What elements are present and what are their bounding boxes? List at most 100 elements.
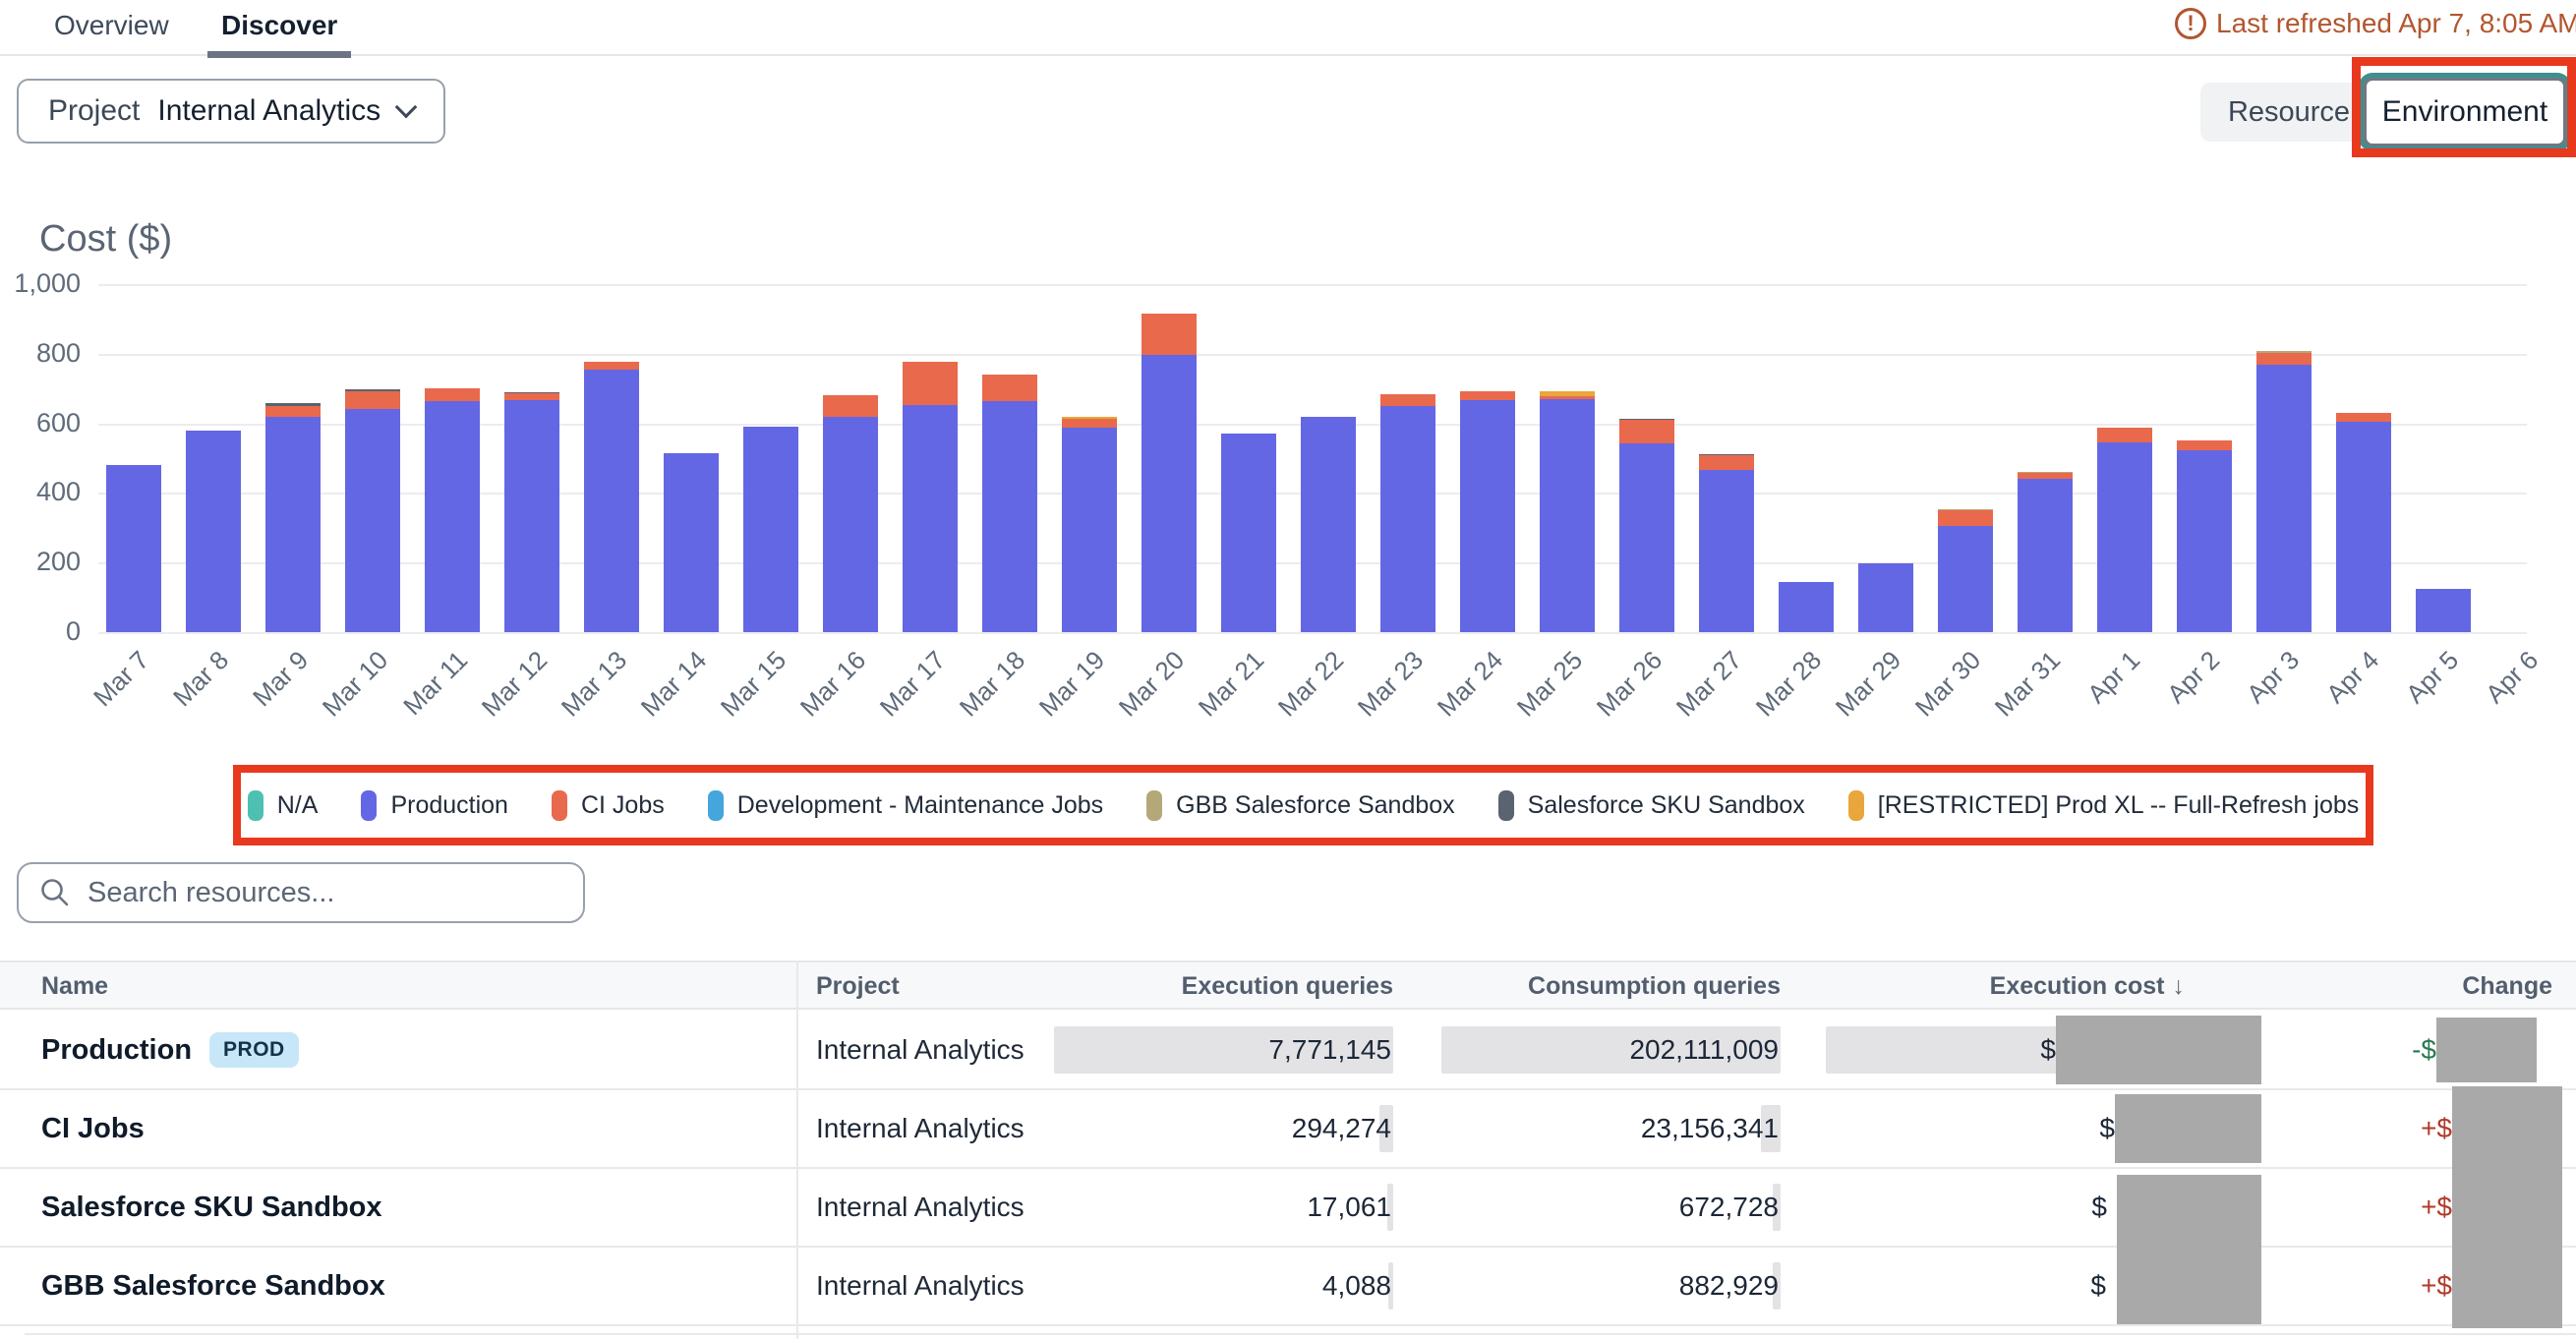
legend-item[interactable]: N/A (248, 790, 319, 821)
legend-item[interactable]: Production (361, 790, 508, 821)
table-row[interactable]: ProductionPRODInternal Analytics7,771,14… (0, 1012, 2576, 1090)
bar-segment[interactable] (1142, 355, 1197, 632)
bar-segment[interactable] (1460, 400, 1515, 632)
legend-label: CI Jobs (581, 791, 665, 820)
bar-segment[interactable] (982, 401, 1037, 632)
bar-segment[interactable] (106, 465, 161, 632)
consumption-queries-value-wrap: 672,728 (1426, 1169, 1781, 1246)
bar-segment[interactable] (1540, 396, 1595, 399)
bar-segment[interactable] (1142, 314, 1197, 355)
column-header-execution-queries[interactable]: Execution queries (1042, 962, 1393, 1012)
bar-segment[interactable] (1619, 443, 1674, 632)
bar-segment[interactable] (1699, 455, 1754, 470)
consumption-queries-value: 882,929 (1679, 1270, 1779, 1302)
bar-segment[interactable] (903, 362, 958, 405)
change-redaction-box (2436, 1018, 2537, 1082)
resource-name[interactable]: Production (41, 1034, 192, 1067)
legend-swatch (552, 790, 567, 821)
project-cell: Internal Analytics (816, 1169, 1032, 1246)
legend-item[interactable]: Salesforce SKU Sandbox (1498, 790, 1805, 821)
bar-segment[interactable] (1699, 470, 1754, 632)
bar-segment[interactable] (425, 401, 480, 632)
bar-segment[interactable] (1779, 582, 1834, 632)
table-row[interactable]: Salesforce SKU Sandbox Internal Analytics… (0, 1169, 2576, 1248)
search-box[interactable] (17, 862, 585, 923)
table-row[interactable]: CI JobsInternal Analytics294,27423,156,3… (0, 1090, 2576, 1169)
bar-segment[interactable] (345, 391, 400, 409)
bar-segment[interactable] (2336, 422, 2391, 632)
legend-item[interactable]: Development - Maintenance Jobs (708, 790, 1103, 821)
group-by-resource-button[interactable]: Resource (2200, 83, 2377, 142)
column-header-change[interactable]: Change (2271, 962, 2552, 1012)
tab-discover[interactable]: Discover (221, 10, 337, 41)
bar-segment[interactable] (1938, 509, 1993, 511)
resource-name[interactable]: CI Jobs (41, 1113, 145, 1145)
bar-segment[interactable] (504, 400, 559, 632)
column-header-project[interactable]: Project (816, 962, 1032, 1012)
bar-segment[interactable] (2097, 428, 2152, 442)
bar-segment[interactable] (2018, 479, 2073, 632)
bar-segment[interactable] (1062, 417, 1117, 419)
bar-segment[interactable] (504, 392, 559, 393)
bar-segment[interactable] (1380, 406, 1435, 632)
bar-segment[interactable] (1619, 420, 1674, 443)
bar-segment[interactable] (1062, 419, 1117, 428)
bar-segment[interactable] (584, 370, 639, 632)
bar-segment[interactable] (1301, 417, 1356, 632)
bar-segment[interactable] (743, 427, 798, 632)
bar-segment[interactable] (2256, 365, 2312, 632)
bar-segment[interactable] (265, 417, 321, 632)
change-cell: +$ (2271, 1090, 2552, 1167)
resource-name[interactable]: GBB Salesforce Sandbox (41, 1270, 385, 1303)
bar-segment[interactable] (2256, 351, 2312, 353)
bar-segment[interactable] (2256, 353, 2312, 365)
bar-segment[interactable] (823, 417, 878, 632)
column-header-consumption-queries[interactable]: Consumption queries (1426, 962, 1781, 1012)
bar-segment[interactable] (1540, 391, 1595, 396)
bar-segment[interactable] (1938, 510, 1993, 526)
bar-segment[interactable] (2177, 440, 2232, 450)
bar-segment[interactable] (1699, 454, 1754, 455)
bar-segment[interactable] (425, 388, 480, 400)
change-redaction-box (2452, 1165, 2562, 1250)
bar-segment[interactable] (2018, 472, 2073, 473)
legend-item[interactable]: [RESTRICTED] Prod XL -- Full-Refresh job… (1848, 790, 2359, 821)
bar-segment[interactable] (2416, 589, 2471, 632)
column-header-execution-cost[interactable]: Execution cost↓ (1819, 962, 2185, 1012)
project-filter-label: Project (48, 94, 140, 128)
bar-segment[interactable] (664, 453, 719, 632)
bar-segment[interactable] (1858, 563, 1913, 632)
bar-segment[interactable] (2336, 413, 2391, 422)
bar-segment[interactable] (1540, 399, 1595, 632)
resource-name[interactable]: Salesforce SKU Sandbox (41, 1192, 382, 1224)
bar-segment[interactable] (504, 393, 559, 399)
bar-segment[interactable] (345, 389, 400, 391)
legend-item[interactable]: GBB Salesforce Sandbox (1146, 790, 1455, 821)
bar-segment[interactable] (2018, 473, 2073, 479)
column-header-name[interactable]: Name (41, 962, 789, 1012)
bar-segment[interactable] (584, 362, 639, 370)
tab-overview[interactable]: Overview (54, 10, 169, 41)
bar-segment[interactable] (1938, 526, 1993, 632)
search-input[interactable] (88, 877, 563, 909)
bar-segment[interactable] (982, 375, 1037, 401)
bar-segment[interactable] (1619, 419, 1674, 420)
bar-segment[interactable] (1460, 391, 1515, 400)
bar-segment[interactable] (265, 403, 321, 406)
bar-segment[interactable] (1380, 394, 1435, 406)
execution-cost-redaction-box (2056, 1016, 2261, 1084)
group-by-environment-button[interactable]: Environment (2364, 78, 2566, 146)
legend-item[interactable]: CI Jobs (552, 790, 665, 821)
bar-segment[interactable] (345, 409, 400, 632)
bar-segment[interactable] (903, 405, 958, 632)
bar-segment[interactable] (2097, 442, 2152, 632)
bar-segment[interactable] (186, 431, 241, 632)
bar-segment[interactable] (2177, 450, 2232, 632)
project-filter-dropdown[interactable]: Project Internal Analytics (17, 79, 445, 144)
bar-segment[interactable] (1221, 434, 1276, 632)
bar-segment[interactable] (265, 406, 321, 417)
legend-swatch (361, 790, 377, 821)
execution-cost-currency: $ (2091, 1192, 2107, 1223)
bar-segment[interactable] (1062, 428, 1117, 632)
bar-segment[interactable] (823, 395, 878, 416)
